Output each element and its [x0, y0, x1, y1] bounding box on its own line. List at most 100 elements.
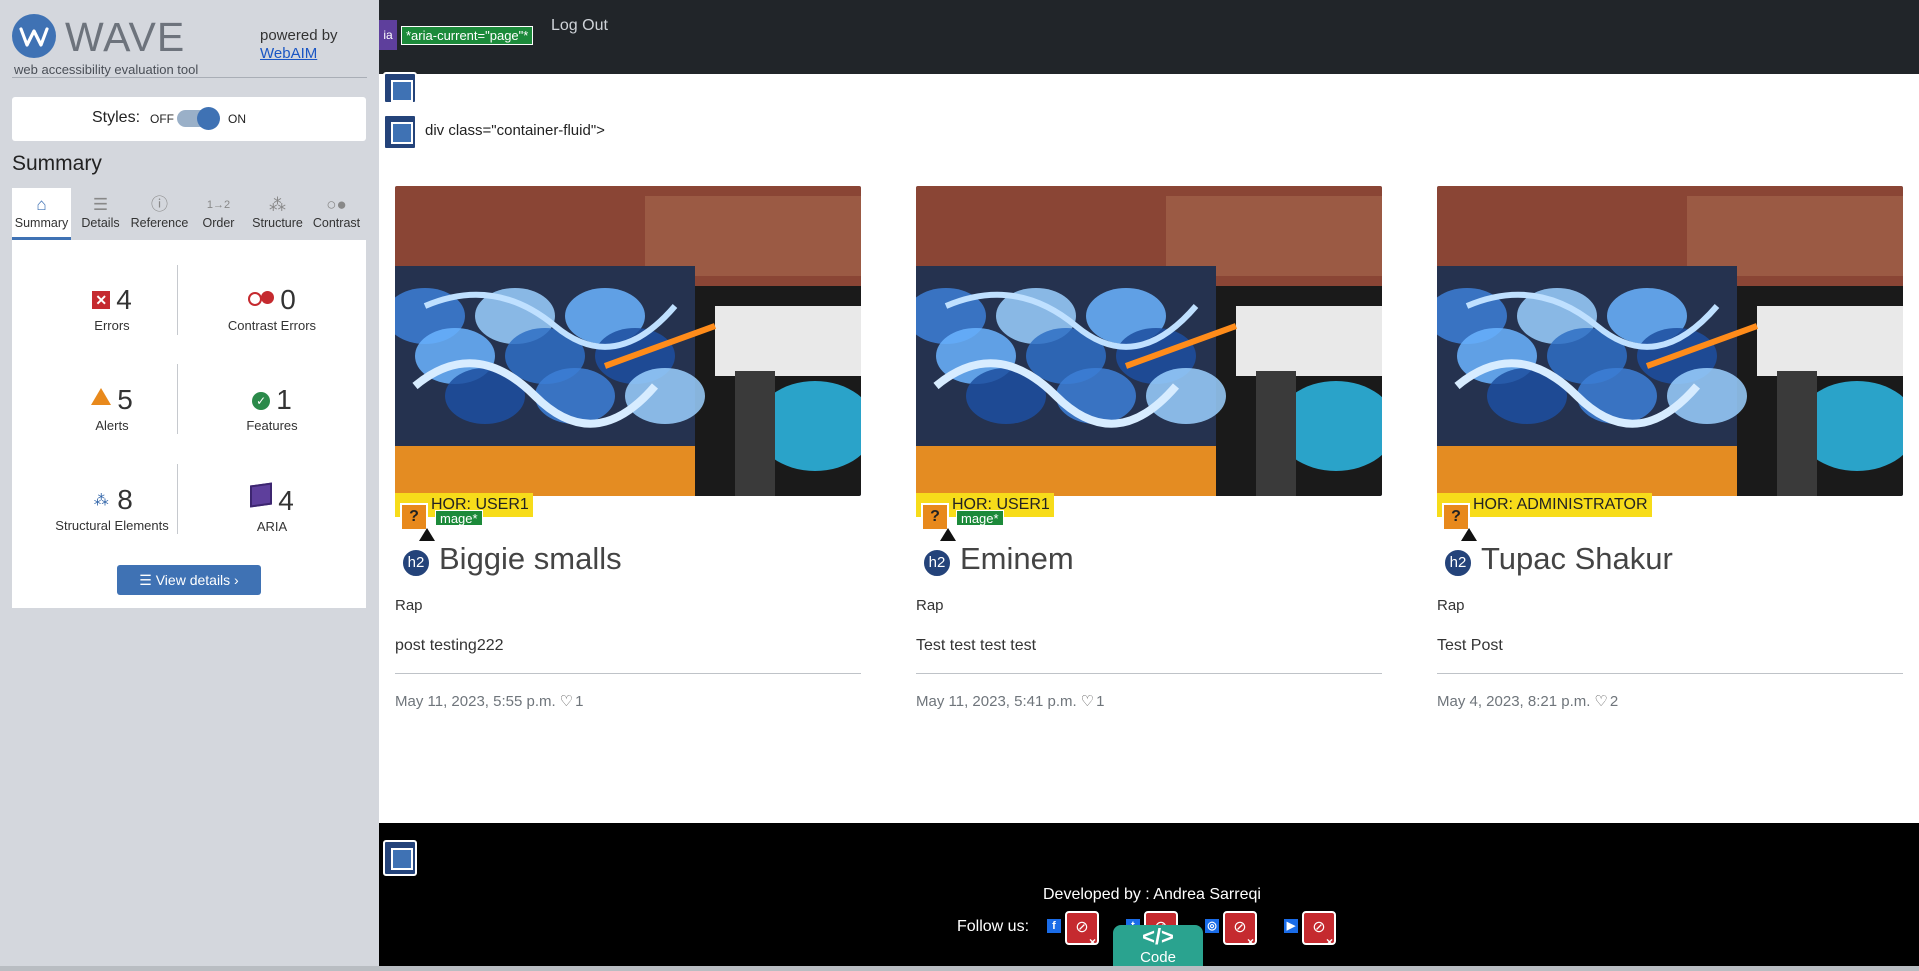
- doorway: [1777, 371, 1817, 496]
- structural-stat[interactable]: ⁂ 8 Structural Elements: [32, 484, 192, 533]
- aria-count: 4: [278, 485, 294, 516]
- post-meta: May 11, 2023, 5:41 p.m. ♡ 1: [916, 692, 1104, 710]
- youtube-icon: ▶: [1284, 919, 1298, 933]
- contrast-errors-label: Contrast Errors: [227, 318, 317, 333]
- post-image[interactable]: [395, 186, 861, 496]
- graffiti-orange: [916, 446, 1216, 496]
- aria-icon: [250, 482, 273, 508]
- wave-logo-word: WAVE: [65, 14, 186, 60]
- styles-toggle[interactable]: [177, 107, 220, 130]
- h2-icon: h2: [401, 548, 431, 578]
- graffiti-white-tag: [1757, 306, 1903, 376]
- features-count: 1: [276, 384, 292, 415]
- heart-icon[interactable]: ♡: [1081, 692, 1094, 710]
- wave-sidebar: WAVE web accessibility evaluation tool p…: [0, 0, 379, 971]
- feature-icon: ✓: [252, 392, 271, 410]
- warning-icon: [940, 528, 956, 541]
- div-structure-icon: [383, 114, 417, 150]
- post-divider: [1437, 673, 1903, 674]
- post-title[interactable]: Biggie smalls: [439, 541, 622, 577]
- code-button[interactable]: </> Code: [1113, 925, 1203, 971]
- tab-label: Order: [202, 216, 235, 230]
- warning-icon: [1461, 528, 1477, 541]
- heart-icon[interactable]: ♡: [560, 692, 573, 710]
- webaim-link[interactable]: WebAIM: [260, 45, 338, 63]
- toggle-knob: [197, 107, 220, 130]
- view-details-button[interactable]: ☰ View details ›: [117, 565, 261, 595]
- list-icon: ☰: [92, 195, 109, 214]
- footer: Developed by : Andrea Sarreqi Follow us:…: [379, 823, 1919, 971]
- logout-link[interactable]: Log Out: [551, 17, 608, 35]
- errors-label: Errors: [94, 318, 130, 333]
- close-icon: ×: [1247, 935, 1255, 949]
- alert-icon: [91, 388, 112, 405]
- alerts-label: Alerts: [95, 418, 129, 433]
- like-count: 2: [1609, 693, 1619, 710]
- tab-reference[interactable]: ⓘ Reference: [130, 188, 189, 240]
- post-body: post testing222: [395, 637, 504, 654]
- post-divider: [395, 673, 861, 674]
- post-title[interactable]: Eminem: [960, 541, 1074, 577]
- tab-details[interactable]: ☰ Details: [71, 188, 130, 240]
- graffiti-blob: [625, 368, 705, 424]
- heart-icon[interactable]: ♡: [1594, 692, 1607, 710]
- aria-label: ARIA: [256, 519, 288, 534]
- graffiti-white-tag: [715, 306, 861, 376]
- post-meta: May 4, 2023, 8:21 p.m. ♡ 2: [1437, 692, 1618, 710]
- post-date: May 11, 2023, 5:41 p.m.: [916, 693, 1077, 710]
- post-genre: Rap: [1437, 597, 1465, 614]
- tab-label: Reference: [130, 216, 189, 230]
- tab-contrast[interactable]: ○● Contrast: [307, 188, 366, 240]
- wave-header: WAVE web accessibility evaluation tool p…: [12, 12, 367, 78]
- structural-count: 8: [117, 484, 133, 515]
- post-card: HOR: ADMINISTRATOR ? h2 Tupac Shakur: [1437, 186, 1903, 578]
- aria-icon: ia: [379, 20, 397, 50]
- like-count: 1: [1096, 693, 1105, 710]
- brick-building-right: [1687, 196, 1903, 276]
- tab-order[interactable]: 1→2 Order: [189, 188, 248, 240]
- divider: [177, 464, 178, 534]
- post-genre: Rap: [916, 597, 944, 614]
- post-divider: [916, 673, 1382, 674]
- page-content: ia *aria-current="page"* Log Out div cla…: [379, 0, 1919, 971]
- alerts-count: 5: [117, 384, 133, 415]
- order-icon: 1→2: [206, 199, 231, 211]
- styles-on-label: ON: [228, 112, 246, 126]
- post-image[interactable]: [916, 186, 1382, 496]
- summary-panel: ✕ 4 Errors 0 Contrast Errors 5 Alerts ✓ 1 …: [12, 240, 366, 608]
- graffiti-blob: [1146, 368, 1226, 424]
- post-card: HOR: USER1 mage* ? h2 Eminem: [916, 186, 1382, 578]
- post-image[interactable]: [1437, 186, 1903, 496]
- errors-stat[interactable]: ✕ 4 Errors: [32, 284, 192, 333]
- close-icon: ×: [1089, 935, 1097, 949]
- contrast-icon: ○●: [326, 195, 347, 214]
- div-structure-icon: [383, 72, 417, 104]
- post-card: HOR: USER1 mage* ? h2 Biggie smalls: [395, 186, 861, 578]
- tab-summary[interactable]: ⌂ Summary: [12, 188, 71, 240]
- aria-stat[interactable]: 4 ARIA: [192, 482, 352, 534]
- graffiti-image: [1437, 186, 1903, 496]
- facebook-link[interactable]: f ⊘ ×: [1047, 911, 1099, 951]
- alerts-stat[interactable]: 5 Alerts: [32, 384, 192, 433]
- facebook-icon: f: [1047, 919, 1061, 933]
- instagram-link[interactable]: ◎ ⊘ ×: [1205, 911, 1257, 951]
- doorway: [735, 371, 775, 496]
- divider: [177, 364, 178, 434]
- summary-heading: Summary: [12, 152, 102, 175]
- like-count: 1: [575, 693, 584, 710]
- graffiti-orange: [1437, 446, 1737, 496]
- navbar: ia *aria-current="page"* Log Out: [379, 0, 1919, 74]
- youtube-link[interactable]: ▶ ⊘ ×: [1284, 911, 1336, 951]
- question-icon: ?: [1442, 503, 1470, 531]
- horizontal-scrollbar[interactable]: [0, 966, 1919, 971]
- h2-icon: h2: [922, 548, 952, 578]
- contrast-errors-stat[interactable]: 0 Contrast Errors: [192, 284, 352, 333]
- wave-tabs: ⌂ Summary ☰ Details ⓘ Reference 1→2 Order ⁂ S…: [12, 188, 366, 240]
- tab-structure[interactable]: ⁂ Structure: [248, 188, 307, 240]
- doorway: [1256, 371, 1296, 496]
- structure-icon: ⁂: [269, 195, 286, 214]
- post-title[interactable]: Tupac Shakur: [1481, 541, 1673, 577]
- features-stat[interactable]: ✓ 1 Features: [192, 384, 352, 433]
- view-details-label: View details ›: [155, 572, 239, 588]
- post-meta: May 11, 2023, 5:55 p.m. ♡ 1: [395, 692, 583, 710]
